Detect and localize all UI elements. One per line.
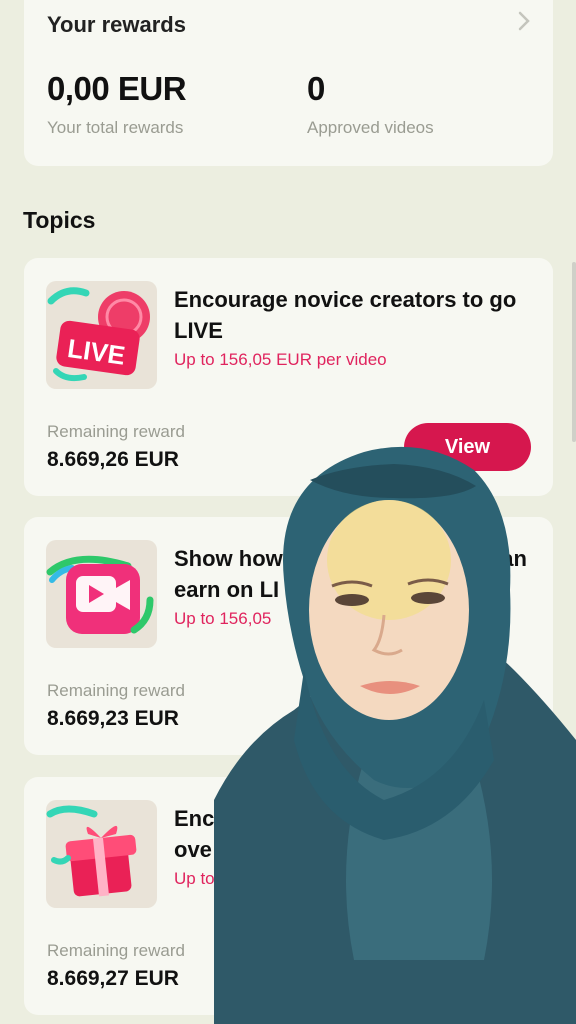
scrollbar[interactable] [572, 262, 576, 442]
remaining-reward-value: 8.669,26 EUR [47, 448, 179, 471]
remaining-reward-value: 8.669,27 EUR [47, 967, 179, 990]
chevron-right-icon[interactable] [517, 10, 531, 32]
topic-reward-rate: Up to 156,05 EUR per video [174, 350, 387, 369]
rewards-title: Your rewards [47, 12, 186, 37]
rewards-card[interactable]: Your rewards 0,00 EUR Your total rewards… [24, 0, 553, 166]
live-badge-icon: LIVE [46, 281, 157, 389]
topic-reward-rate: Up to [174, 869, 215, 888]
topics-heading: Topics [23, 207, 96, 233]
topic-title: Encourage novice creators to go LIVE [174, 287, 517, 343]
presenter-video-overlay [214, 440, 576, 1024]
approved-videos-label: Approved videos [307, 118, 434, 137]
gift-box-icon [46, 800, 157, 908]
remaining-reward-label: Remaining reward [47, 681, 185, 700]
total-rewards-label: Your total rewards [47, 118, 184, 137]
remaining-reward-label: Remaining reward [47, 941, 185, 960]
total-rewards-value: 0,00 EUR [47, 70, 187, 107]
remaining-reward-value: 8.669,23 EUR [47, 707, 179, 730]
remaining-reward-label: Remaining reward [47, 422, 185, 441]
approved-videos-value: 0 [307, 70, 325, 107]
video-camera-icon [46, 540, 157, 648]
